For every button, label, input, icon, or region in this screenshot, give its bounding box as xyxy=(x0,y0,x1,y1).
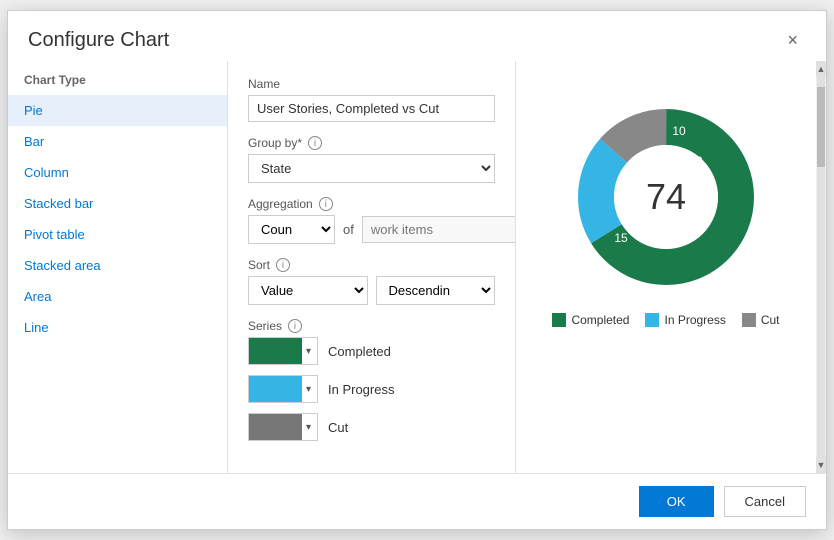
series-item-cut: ▾ Cut xyxy=(248,413,495,441)
aggregation-info-icon[interactable]: i xyxy=(319,197,333,211)
legend-swatch-cut xyxy=(742,313,756,327)
sidebar-item-stacked-area[interactable]: Stacked area xyxy=(8,250,227,281)
config-panel: Name Group by* i State Assigned To Prior… xyxy=(228,61,516,473)
cut-series-label: Cut xyxy=(328,420,348,435)
aggregation-label: Aggregation i xyxy=(248,197,495,211)
cut-value-label: 10 xyxy=(672,124,686,138)
sort-direction-select[interactable]: Descendin Ascending xyxy=(376,276,496,305)
sidebar-item-area[interactable]: Area xyxy=(8,281,227,312)
scrollbar-track xyxy=(817,77,825,457)
chart-preview-area: 49 15 10 74 Completed In Progress xyxy=(516,61,816,473)
cut-dropdown-arrow: ▾ xyxy=(304,422,313,433)
completed-dropdown-arrow: ▾ xyxy=(304,346,313,357)
legend-swatch-completed xyxy=(552,313,566,327)
sidebar-item-pivot-table[interactable]: Pivot table xyxy=(8,219,227,250)
series-item-in-progress: ▾ In Progress xyxy=(248,375,495,403)
legend-item-cut: Cut xyxy=(742,313,780,327)
inprogress-value-label: 15 xyxy=(614,231,628,245)
group-by-field-group: Group by* i State Assigned To Priority xyxy=(248,136,495,183)
inprogress-dropdown-arrow: ▾ xyxy=(304,384,313,395)
aggregation-field-group: Aggregation i Coun Sum Average of xyxy=(248,197,495,244)
series-color-cut-btn[interactable]: ▾ xyxy=(248,413,318,441)
cut-color-swatch xyxy=(249,414,302,440)
dialog-header: Configure Chart × xyxy=(8,11,826,61)
cancel-button[interactable]: Cancel xyxy=(724,486,806,517)
scrollbar-up-arrow[interactable]: ▲ xyxy=(816,61,826,77)
series-color-inprogress-btn[interactable]: ▾ xyxy=(248,375,318,403)
completed-series-label: Completed xyxy=(328,344,391,359)
dialog-footer: OK Cancel xyxy=(8,473,826,529)
legend-label-cut: Cut xyxy=(761,313,780,327)
legend-item-completed: Completed xyxy=(552,313,629,327)
dialog-title: Configure Chart xyxy=(28,29,169,52)
group-by-info-icon[interactable]: i xyxy=(308,136,322,150)
aggregation-field-input[interactable] xyxy=(362,216,516,243)
legend-swatch-inprogress xyxy=(645,313,659,327)
inprogress-color-swatch xyxy=(249,376,302,402)
configure-chart-dialog: Configure Chart × Chart Type Pie Bar Col… xyxy=(7,10,827,530)
close-button[interactable]: × xyxy=(779,27,806,53)
group-by-label: Group by* i xyxy=(248,136,495,150)
sidebar-item-bar[interactable]: Bar xyxy=(8,126,227,157)
name-field-group: Name xyxy=(248,77,495,122)
group-by-select[interactable]: State Assigned To Priority xyxy=(248,154,495,183)
completed-color-swatch xyxy=(249,338,302,364)
sort-info-icon[interactable]: i xyxy=(276,258,290,272)
scrollbar-thumb[interactable] xyxy=(817,87,825,167)
scrollbar-down-arrow[interactable]: ▼ xyxy=(816,457,826,473)
inprogress-series-label: In Progress xyxy=(328,382,394,397)
sidebar-item-stacked-bar[interactable]: Stacked bar xyxy=(8,188,227,219)
dialog-scrollbar: ▲ ▼ xyxy=(816,61,826,473)
aggregation-row: Coun Sum Average of xyxy=(248,215,495,244)
chart-type-sidebar: Chart Type Pie Bar Column Stacked bar Pi… xyxy=(8,61,228,473)
chart-type-section-title: Chart Type xyxy=(8,73,227,95)
aggregation-type-select[interactable]: Coun Sum Average xyxy=(248,215,335,244)
completed-value-label: 49 xyxy=(689,154,703,168)
sort-row: Value Label Descendin Ascending xyxy=(248,276,495,305)
series-field-group: Series i ▾ Completed ▾ xyxy=(248,319,495,441)
sidebar-item-column[interactable]: Column xyxy=(8,157,227,188)
legend-label-completed: Completed xyxy=(571,313,629,327)
series-label: Series i xyxy=(248,319,495,333)
legend-item-inprogress: In Progress xyxy=(645,313,725,327)
name-label: Name xyxy=(248,77,495,91)
sidebar-item-line[interactable]: Line xyxy=(8,312,227,343)
donut-chart: 49 15 10 74 xyxy=(566,97,766,297)
name-input[interactable] xyxy=(248,95,495,122)
series-color-completed-btn[interactable]: ▾ xyxy=(248,337,318,365)
sort-label: Sort i xyxy=(248,258,495,272)
legend-label-inprogress: In Progress xyxy=(664,313,725,327)
aggregation-of-text: of xyxy=(343,222,354,237)
sort-field-select[interactable]: Value Label xyxy=(248,276,368,305)
series-info-icon[interactable]: i xyxy=(288,319,302,333)
dialog-body: Chart Type Pie Bar Column Stacked bar Pi… xyxy=(8,61,826,473)
sort-field-group: Sort i Value Label Descendin Ascending xyxy=(248,258,495,305)
ok-button[interactable]: OK xyxy=(639,486,714,517)
sidebar-item-pie[interactable]: Pie xyxy=(8,95,227,126)
donut-center-value: 74 xyxy=(646,176,686,218)
series-item-completed: ▾ Completed xyxy=(248,337,495,365)
chart-legend: Completed In Progress Cut xyxy=(552,313,779,327)
